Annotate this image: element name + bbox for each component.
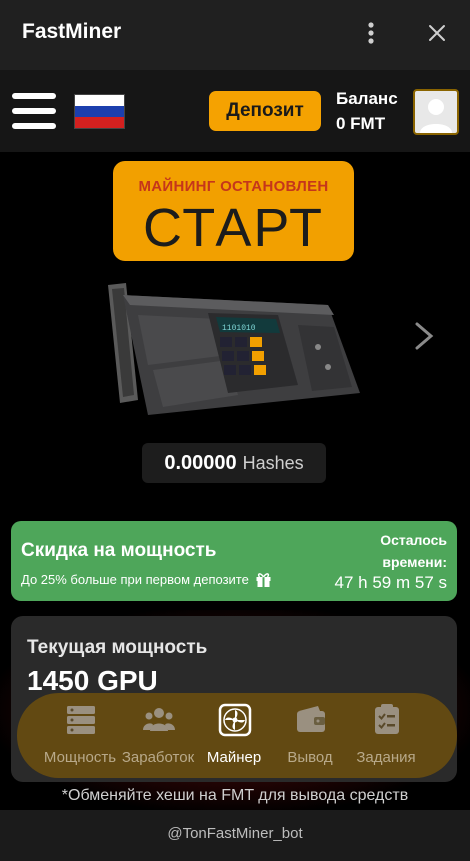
timer-label: Осталось времени: <box>380 532 447 570</box>
user-icon <box>420 99 452 133</box>
wallet-icon <box>297 706 325 732</box>
app-title: FastMiner <box>22 20 122 43</box>
exchange-note: *Обменяйте хеши на FMT для вывода средст… <box>61 787 409 804</box>
hash-value: 0.00000 <box>164 451 237 474</box>
hamburger-icon-bar <box>12 123 56 129</box>
users-icon <box>143 708 175 731</box>
fan-icon <box>218 703 252 737</box>
close-icon <box>429 25 445 41</box>
hamburger-icon-bar <box>12 93 56 99</box>
balance-label: Баланс <box>336 89 398 108</box>
start-label: СТАРТ <box>143 198 324 258</box>
title-bar: FastMiner <box>0 0 470 70</box>
app-header: Депозит Баланс 0 FMT <box>0 70 470 152</box>
hash-unit: Hashes <box>242 452 304 473</box>
bot-handle-link[interactable]: @TonFastMiner_bot <box>0 825 470 842</box>
timer-value: 47 h 59 m 57 s <box>334 573 447 592</box>
avatar[interactable] <box>413 89 459 135</box>
chip-text: 1101010 <box>222 324 256 333</box>
deposit-button[interactable]: Депозит <box>209 91 321 131</box>
hash-counter: 0.00000 Hashes <box>142 443 326 483</box>
balance-value: 0 FMT <box>336 114 386 133</box>
flag-stripe-blue <box>75 105 124 117</box>
menu-button[interactable] <box>12 93 58 129</box>
promo-subtitle: До 25% больше при первом депозите <box>21 572 249 587</box>
server-icon <box>67 706 95 734</box>
mining-status-text: МАЙНИНГ ОСТАНОВЛЕН <box>138 178 329 195</box>
power-label: Текущая мощность <box>27 637 208 658</box>
flag-stripe-red <box>75 116 124 128</box>
promo-subtitle-row: До 25% больше при первом депозите <box>21 571 272 588</box>
promo-title: Скидка на мощность <box>21 540 217 561</box>
language-flag-button[interactable] <box>74 94 125 129</box>
gpu-card-image: 1101010 <box>108 283 360 415</box>
nav-item-tasks[interactable]: Задания <box>341 701 431 771</box>
start-mining-button[interactable]: МАЙНИНГ ОСТАНОВЛЕН СТАРТ <box>113 161 354 261</box>
bottom-nav: Мощность Заработок Майнер Вывод Задания <box>17 693 457 778</box>
gift-icon <box>256 573 271 587</box>
checklist-icon <box>375 704 399 734</box>
next-gpu-button[interactable] <box>410 318 438 354</box>
footer: @TonFastMiner_bot <box>0 810 470 861</box>
discount-banner[interactable]: Скидка на мощность До 25% больше при пер… <box>11 521 457 601</box>
chevron-right-icon <box>415 322 434 350</box>
flag-stripe-white <box>75 95 124 106</box>
more-options-button[interactable] <box>358 18 384 48</box>
close-button[interactable] <box>424 18 450 48</box>
nav-label: Задания <box>356 749 416 766</box>
hamburger-icon-bar <box>12 108 56 114</box>
more-vertical-icon <box>368 22 374 44</box>
